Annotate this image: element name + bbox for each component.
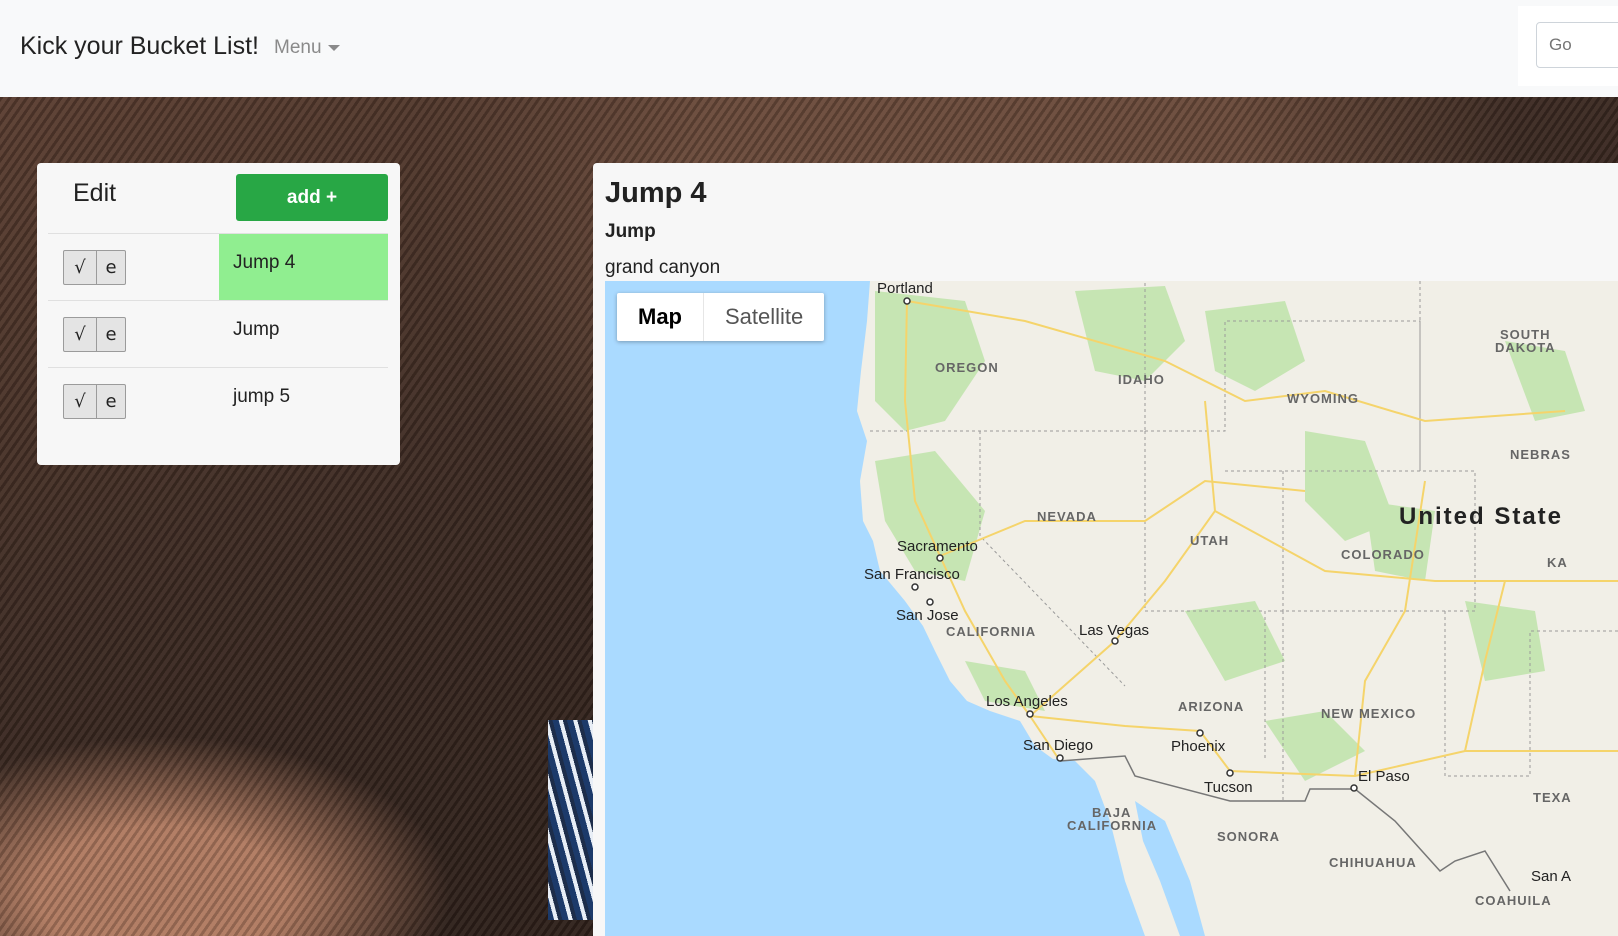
menu-label: Menu [274, 37, 322, 58]
map-label-city: El Paso [1358, 768, 1410, 785]
map-label-state: TEXA [1533, 790, 1572, 805]
map-label-city: Sacramento [897, 538, 978, 555]
map-label-city: San Diego [1023, 737, 1094, 754]
detail-location: grand canyon [605, 257, 721, 278]
map-label-city: Phoenix [1171, 738, 1226, 755]
complete-button[interactable]: √ [63, 384, 97, 419]
list-item: √ e Jump 4 [48, 233, 388, 300]
edit-button[interactable]: e [96, 250, 126, 285]
map-label-state: KA [1547, 555, 1568, 570]
map-label-state: WYOMING [1287, 391, 1359, 406]
map-label-city: San Jose [896, 607, 959, 624]
bucket-list-panel: Edit add + √ e Jump 4 √ e Jump √ e jump … [37, 163, 400, 465]
search-input[interactable] [1536, 22, 1618, 68]
map-label-state: CHIHUAHUA [1329, 855, 1417, 870]
map-label-city: Las Vegas [1079, 622, 1150, 639]
map-label-state: DAKOTA [1495, 340, 1556, 355]
map-view-button[interactable]: Map [617, 293, 703, 341]
caret-down-icon [327, 44, 340, 51]
background-photo-detail [548, 720, 598, 920]
map-label-state: CALIFORNIA [1067, 818, 1158, 833]
map-label-city: Los Angeles [986, 693, 1068, 710]
add-item-button[interactable]: add + [236, 174, 388, 221]
list-item-name[interactable]: Jump [219, 301, 388, 367]
complete-button[interactable]: √ [63, 250, 97, 285]
map-label-state: NEVADA [1037, 509, 1097, 524]
map-label-city: Portland [877, 281, 933, 297]
list-item-name[interactable]: Jump 4 [219, 234, 388, 300]
map-label-state: NEW MEXICO [1321, 706, 1417, 721]
map-label-state: IDAHO [1118, 372, 1165, 387]
map-type-control: Map Satellite [617, 293, 825, 341]
edit-button[interactable]: e [96, 384, 126, 419]
list-item: √ e jump 5 [48, 367, 388, 434]
map-label-city: Tucson [1204, 779, 1253, 796]
detail-title: Jump 4 [605, 177, 707, 209]
map-label-state: ARIZONA [1178, 699, 1245, 714]
map-base [605, 281, 1618, 936]
list-item-name[interactable]: jump 5 [219, 368, 388, 434]
map-label-city: San A [1531, 868, 1572, 885]
brand-title[interactable]: Kick your Bucket List! [20, 32, 259, 61]
list-item: √ e Jump [48, 300, 388, 367]
detail-category: Jump [605, 221, 656, 242]
edit-heading: Edit [73, 179, 117, 207]
map-label-state: SONORA [1217, 829, 1281, 844]
map-label-country: United State [1399, 503, 1564, 530]
map-label-state: UTAH [1190, 533, 1230, 548]
detail-panel: Jump 4 Jump grand canyon Map Satellite O… [593, 163, 1618, 936]
map-label-state: COLORADO [1341, 547, 1425, 562]
edit-button[interactable]: e [96, 317, 126, 352]
top-navbar: Kick your Bucket List! Menu [0, 0, 1618, 97]
map-label-state: COAHUILA [1475, 893, 1552, 908]
search-area [1518, 6, 1618, 86]
complete-button[interactable]: √ [63, 317, 97, 352]
google-map[interactable]: Map Satellite OREGON IDAHO WYOMING SOUTH… [605, 281, 1618, 936]
map-label-state: OREGON [935, 360, 999, 375]
map-label-city: San Francisco [864, 566, 960, 583]
map-label-state: CALIFORNIA [946, 624, 1037, 639]
menu-dropdown[interactable]: Menu [274, 37, 340, 59]
satellite-view-button[interactable]: Satellite [704, 293, 824, 341]
map-label-state: NEBRAS [1510, 447, 1571, 462]
